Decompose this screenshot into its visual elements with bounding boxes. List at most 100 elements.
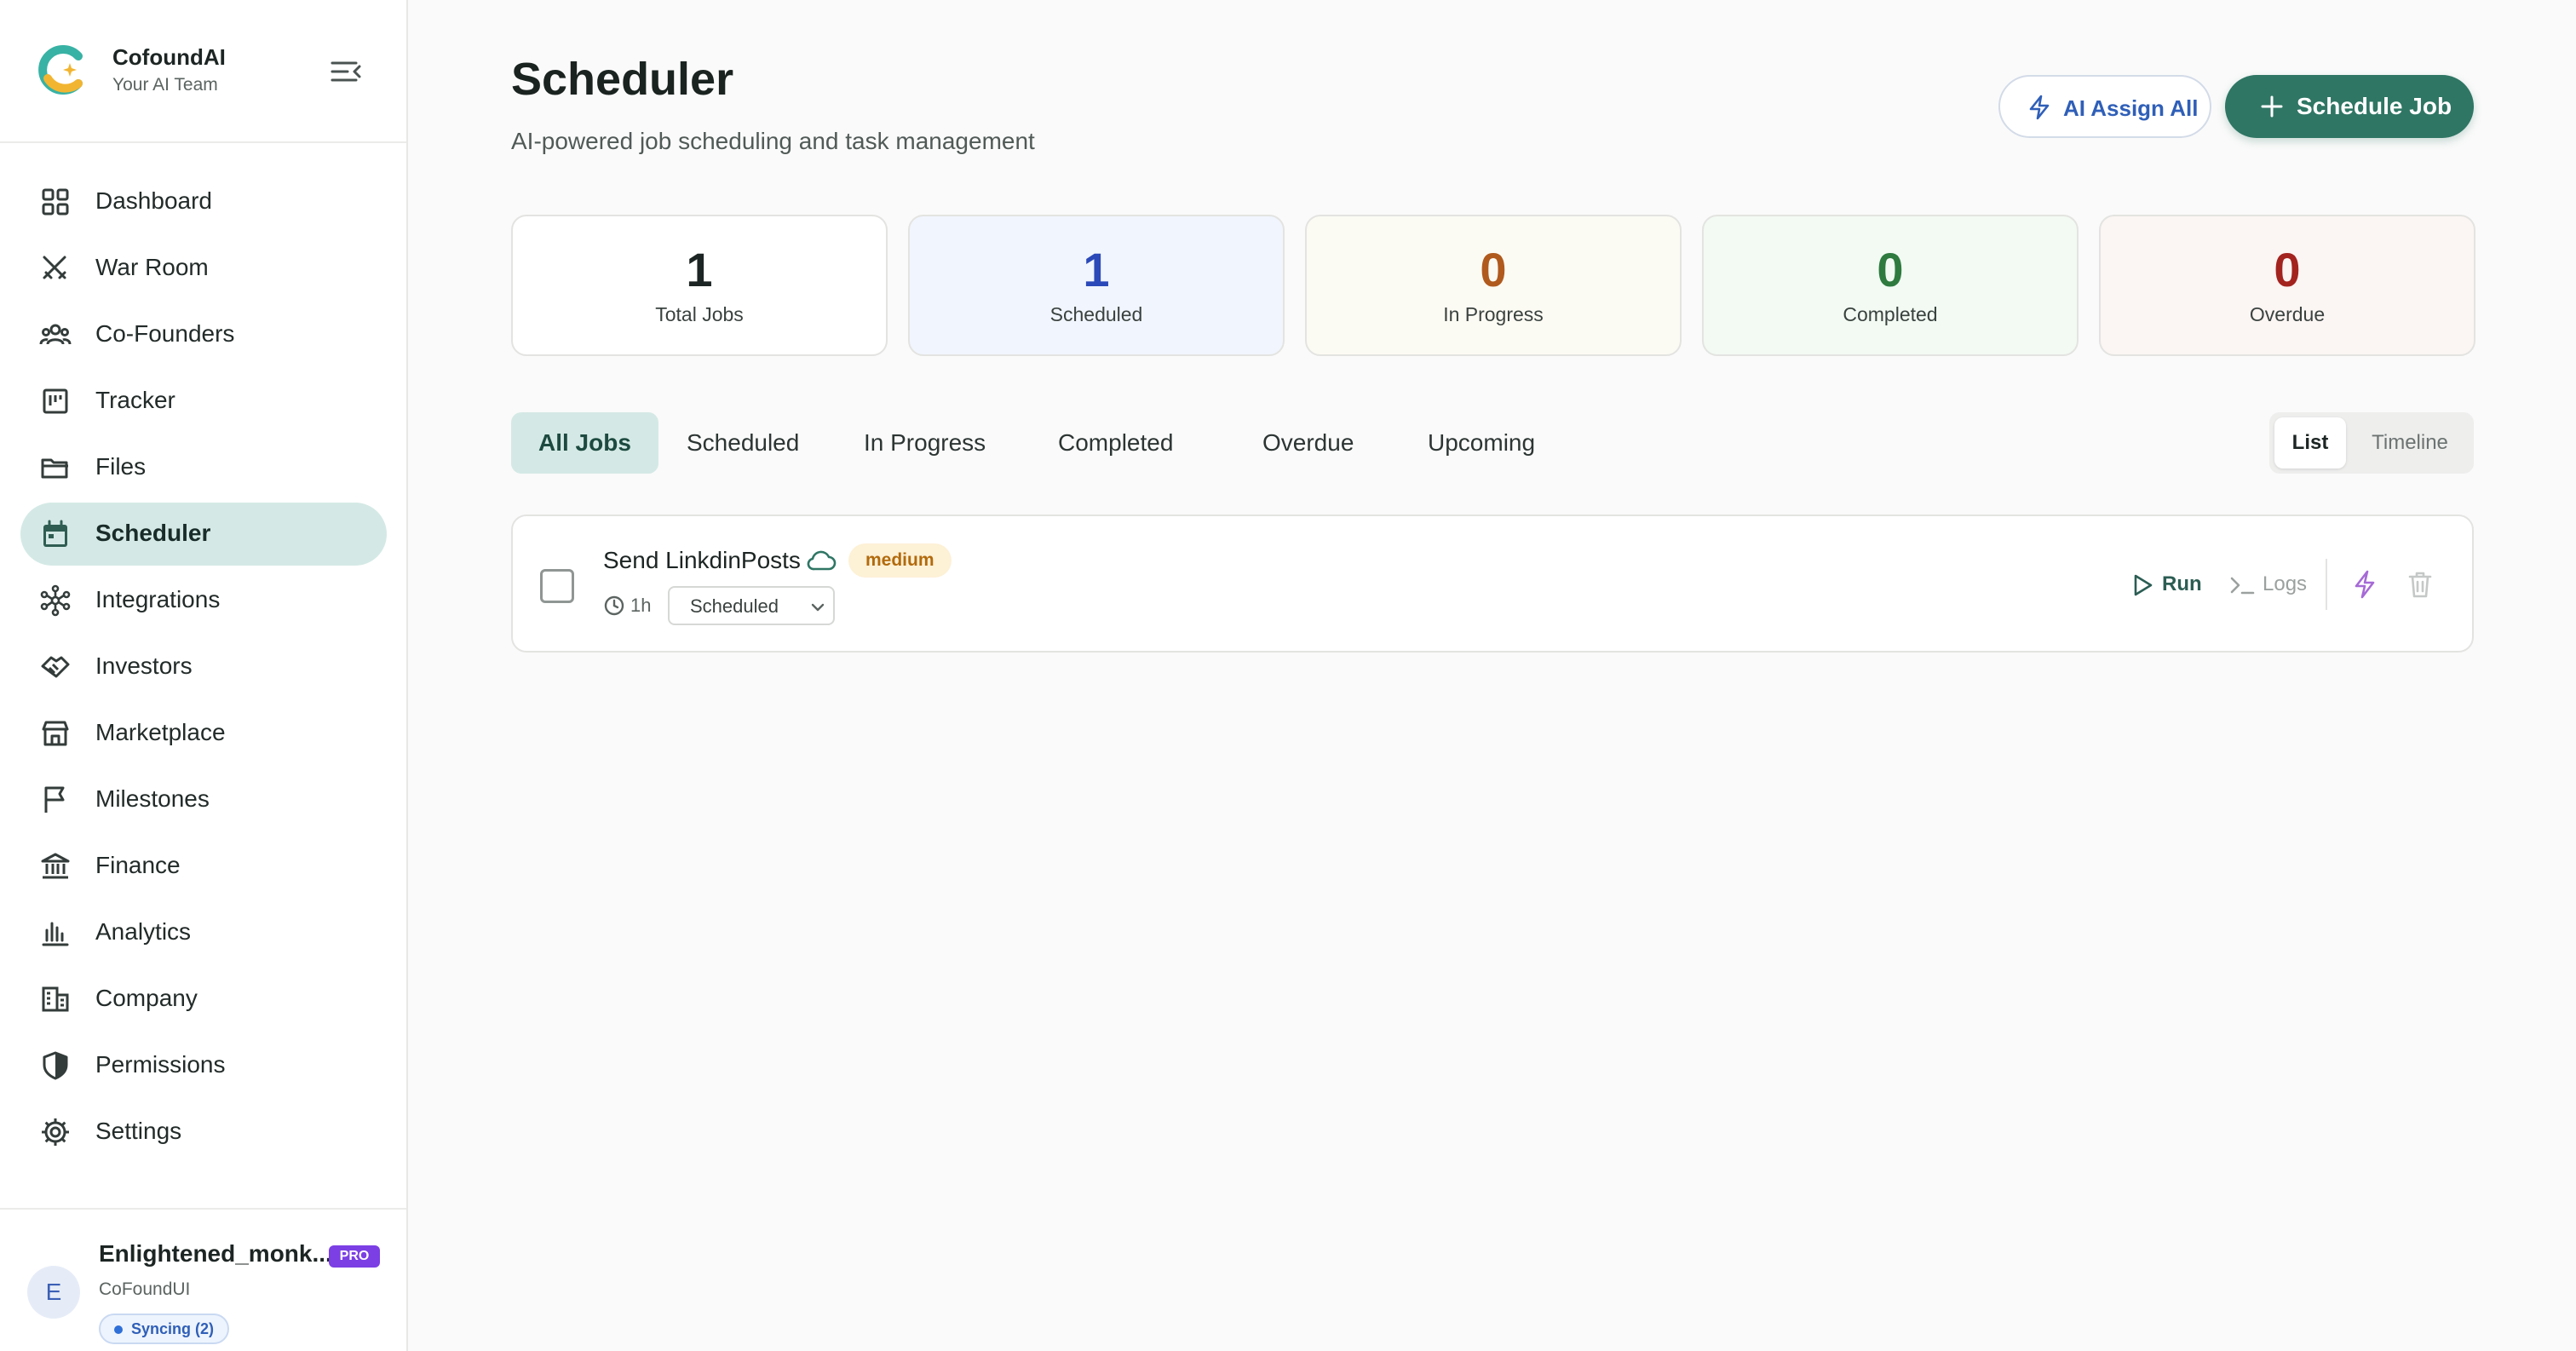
- run-label: Run: [2162, 572, 2202, 595]
- sidebar-item-label: Finance: [95, 852, 181, 878]
- sidebar-item-settings[interactable]: Settings: [20, 1101, 387, 1164]
- stat-card-in-progress: 0 In Progress: [1305, 215, 1682, 356]
- sidebar: CofoundAI Your AI Team Dashboard War Roo…: [0, 0, 408, 1351]
- stat-value: 0: [2274, 243, 2301, 296]
- sidebar-item-scheduler[interactable]: Scheduler: [20, 503, 387, 566]
- brand-header: CofoundAI Your AI Team: [0, 0, 406, 143]
- tab-scheduled[interactable]: Scheduled: [659, 412, 826, 474]
- job-status-value: Scheduled: [690, 595, 779, 617]
- users-icon: [39, 324, 72, 345]
- view-timeline-button[interactable]: Timeline: [2351, 417, 2469, 469]
- job-row: Send LinkdinPosts medium 1h Scheduled Ru…: [511, 515, 2474, 653]
- user-name: Enlightened_monk...: [99, 1240, 332, 1267]
- stat-card-total-jobs: 1 Total Jobs: [511, 215, 888, 356]
- bar-chart-icon: [42, 922, 69, 946]
- plus-icon: [2261, 95, 2283, 118]
- ai-assign-all-label: AI Assign All: [2063, 95, 2199, 121]
- sidebar-item-label: Dashboard: [95, 187, 212, 214]
- kanban-icon: [43, 388, 68, 414]
- sync-dot-icon: [114, 1325, 123, 1334]
- sidebar-item-label: Investors: [95, 653, 193, 679]
- sync-status-text: Syncing (2): [131, 1320, 215, 1337]
- ai-assign-lightning-icon[interactable]: [2349, 569, 2380, 600]
- grid-icon: [42, 188, 69, 216]
- sidebar-item-marketplace[interactable]: Marketplace: [20, 702, 387, 765]
- flag-icon: [44, 786, 65, 813]
- shield-icon: [43, 1051, 68, 1080]
- sync-status-badge: Syncing (2): [99, 1314, 230, 1344]
- folder-icon: [41, 458, 68, 479]
- tab-overdue[interactable]: Overdue: [1235, 412, 1381, 474]
- page-subtitle: AI-powered job scheduling and task manag…: [511, 128, 1035, 154]
- sidebar-item-milestones[interactable]: Milestones: [20, 768, 387, 831]
- stat-label: Overdue: [2249, 303, 2326, 325]
- building-icon: [42, 986, 69, 1012]
- job-status-select[interactable]: Scheduled: [668, 586, 835, 625]
- sidebar-item-label: Marketplace: [95, 719, 226, 745]
- brand-tagline: Your AI Team: [112, 75, 218, 95]
- stat-label: Total Jobs: [655, 303, 744, 325]
- stat-label: Completed: [1843, 303, 1938, 325]
- bank-icon: [41, 853, 70, 879]
- network-icon: [40, 584, 71, 617]
- play-icon: [2134, 574, 2153, 596]
- chevron-down-icon: [811, 603, 825, 612]
- trash-icon[interactable]: [2406, 569, 2435, 600]
- page-title: Scheduler: [511, 54, 734, 105]
- clock-icon: [604, 595, 624, 616]
- sidebar-item-co-founders[interactable]: Co-Founders: [20, 303, 387, 366]
- sidebar-item-label: Permissions: [95, 1051, 226, 1078]
- sidebar-item-tracker[interactable]: Tracker: [20, 370, 387, 433]
- sidebar-item-label: Analytics: [95, 918, 192, 945]
- schedule-job-button[interactable]: Schedule Job: [2225, 75, 2474, 138]
- user-org: CoFoundUI: [99, 1279, 191, 1299]
- crossed-swords-icon: [43, 256, 66, 279]
- pro-badge: PRO: [329, 1245, 380, 1268]
- collapse-sidebar-icon[interactable]: [327, 56, 365, 87]
- gear-icon: [42, 1118, 69, 1146]
- avatar: E: [27, 1266, 80, 1319]
- stat-value: 0: [1480, 243, 1507, 296]
- stat-card-completed: 0 Completed: [1702, 215, 2079, 356]
- stat-label: In Progress: [1443, 303, 1544, 325]
- sidebar-item-finance[interactable]: Finance: [20, 835, 387, 898]
- user-profile[interactable]: E Enlightened_monk... PRO CoFoundUI Sync…: [0, 1208, 406, 1351]
- sidebar-item-label: War Room: [95, 254, 209, 280]
- sidebar-item-label: Settings: [95, 1118, 182, 1144]
- stat-value: 1: [686, 243, 713, 296]
- main-content: Scheduler AI-powered job scheduling and …: [409, 0, 2576, 1351]
- lightning-icon: [2029, 95, 2050, 120]
- logs-label: Logs: [2263, 572, 2308, 595]
- terminal-icon: [2230, 577, 2255, 595]
- sidebar-item-label: Company: [95, 985, 198, 1011]
- stat-value: 0: [1877, 243, 1904, 296]
- schedule-job-label: Schedule Job: [2297, 93, 2452, 119]
- sidebar-item-label: Integrations: [95, 586, 221, 612]
- ai-assign-all-button[interactable]: AI Assign All: [1998, 75, 2211, 138]
- tab-all-jobs[interactable]: All Jobs: [511, 412, 658, 474]
- stat-card-overdue: 0 Overdue: [2099, 215, 2475, 356]
- sidebar-item-war-room[interactable]: War Room: [20, 237, 387, 300]
- sidebar-item-integrations[interactable]: Integrations: [20, 569, 387, 632]
- app-window: CofoundAI Your AI Team Dashboard War Roo…: [0, 0, 2576, 1351]
- sidebar-item-investors[interactable]: Investors: [20, 635, 387, 698]
- sidebar-item-files[interactable]: Files: [20, 436, 387, 499]
- sidebar-item-label: Files: [95, 453, 147, 480]
- view-list-button[interactable]: List: [2274, 417, 2346, 469]
- sidebar-item-permissions[interactable]: Permissions: [20, 1034, 387, 1097]
- tab-upcoming[interactable]: Upcoming: [1400, 412, 1562, 474]
- sidebar-item-label: Milestones: [95, 785, 210, 812]
- sidebar-item-dashboard[interactable]: Dashboard: [20, 170, 387, 233]
- sidebar-item-analytics[interactable]: Analytics: [20, 901, 387, 964]
- sidebar-item-company[interactable]: Company: [20, 968, 387, 1031]
- sidebar-item-label: Scheduler: [95, 520, 211, 546]
- actions-divider: [2326, 559, 2327, 610]
- priority-badge: medium: [848, 543, 952, 578]
- job-select-checkbox[interactable]: [540, 569, 574, 603]
- sidebar-item-label: Tracker: [95, 387, 175, 413]
- sidebar-item-label: Co-Founders: [95, 320, 235, 347]
- store-icon: [42, 721, 69, 746]
- cofound-logo-icon: [38, 45, 83, 95]
- tab-completed[interactable]: Completed: [1031, 412, 1200, 474]
- tab-in-progress[interactable]: In Progress: [837, 412, 1013, 474]
